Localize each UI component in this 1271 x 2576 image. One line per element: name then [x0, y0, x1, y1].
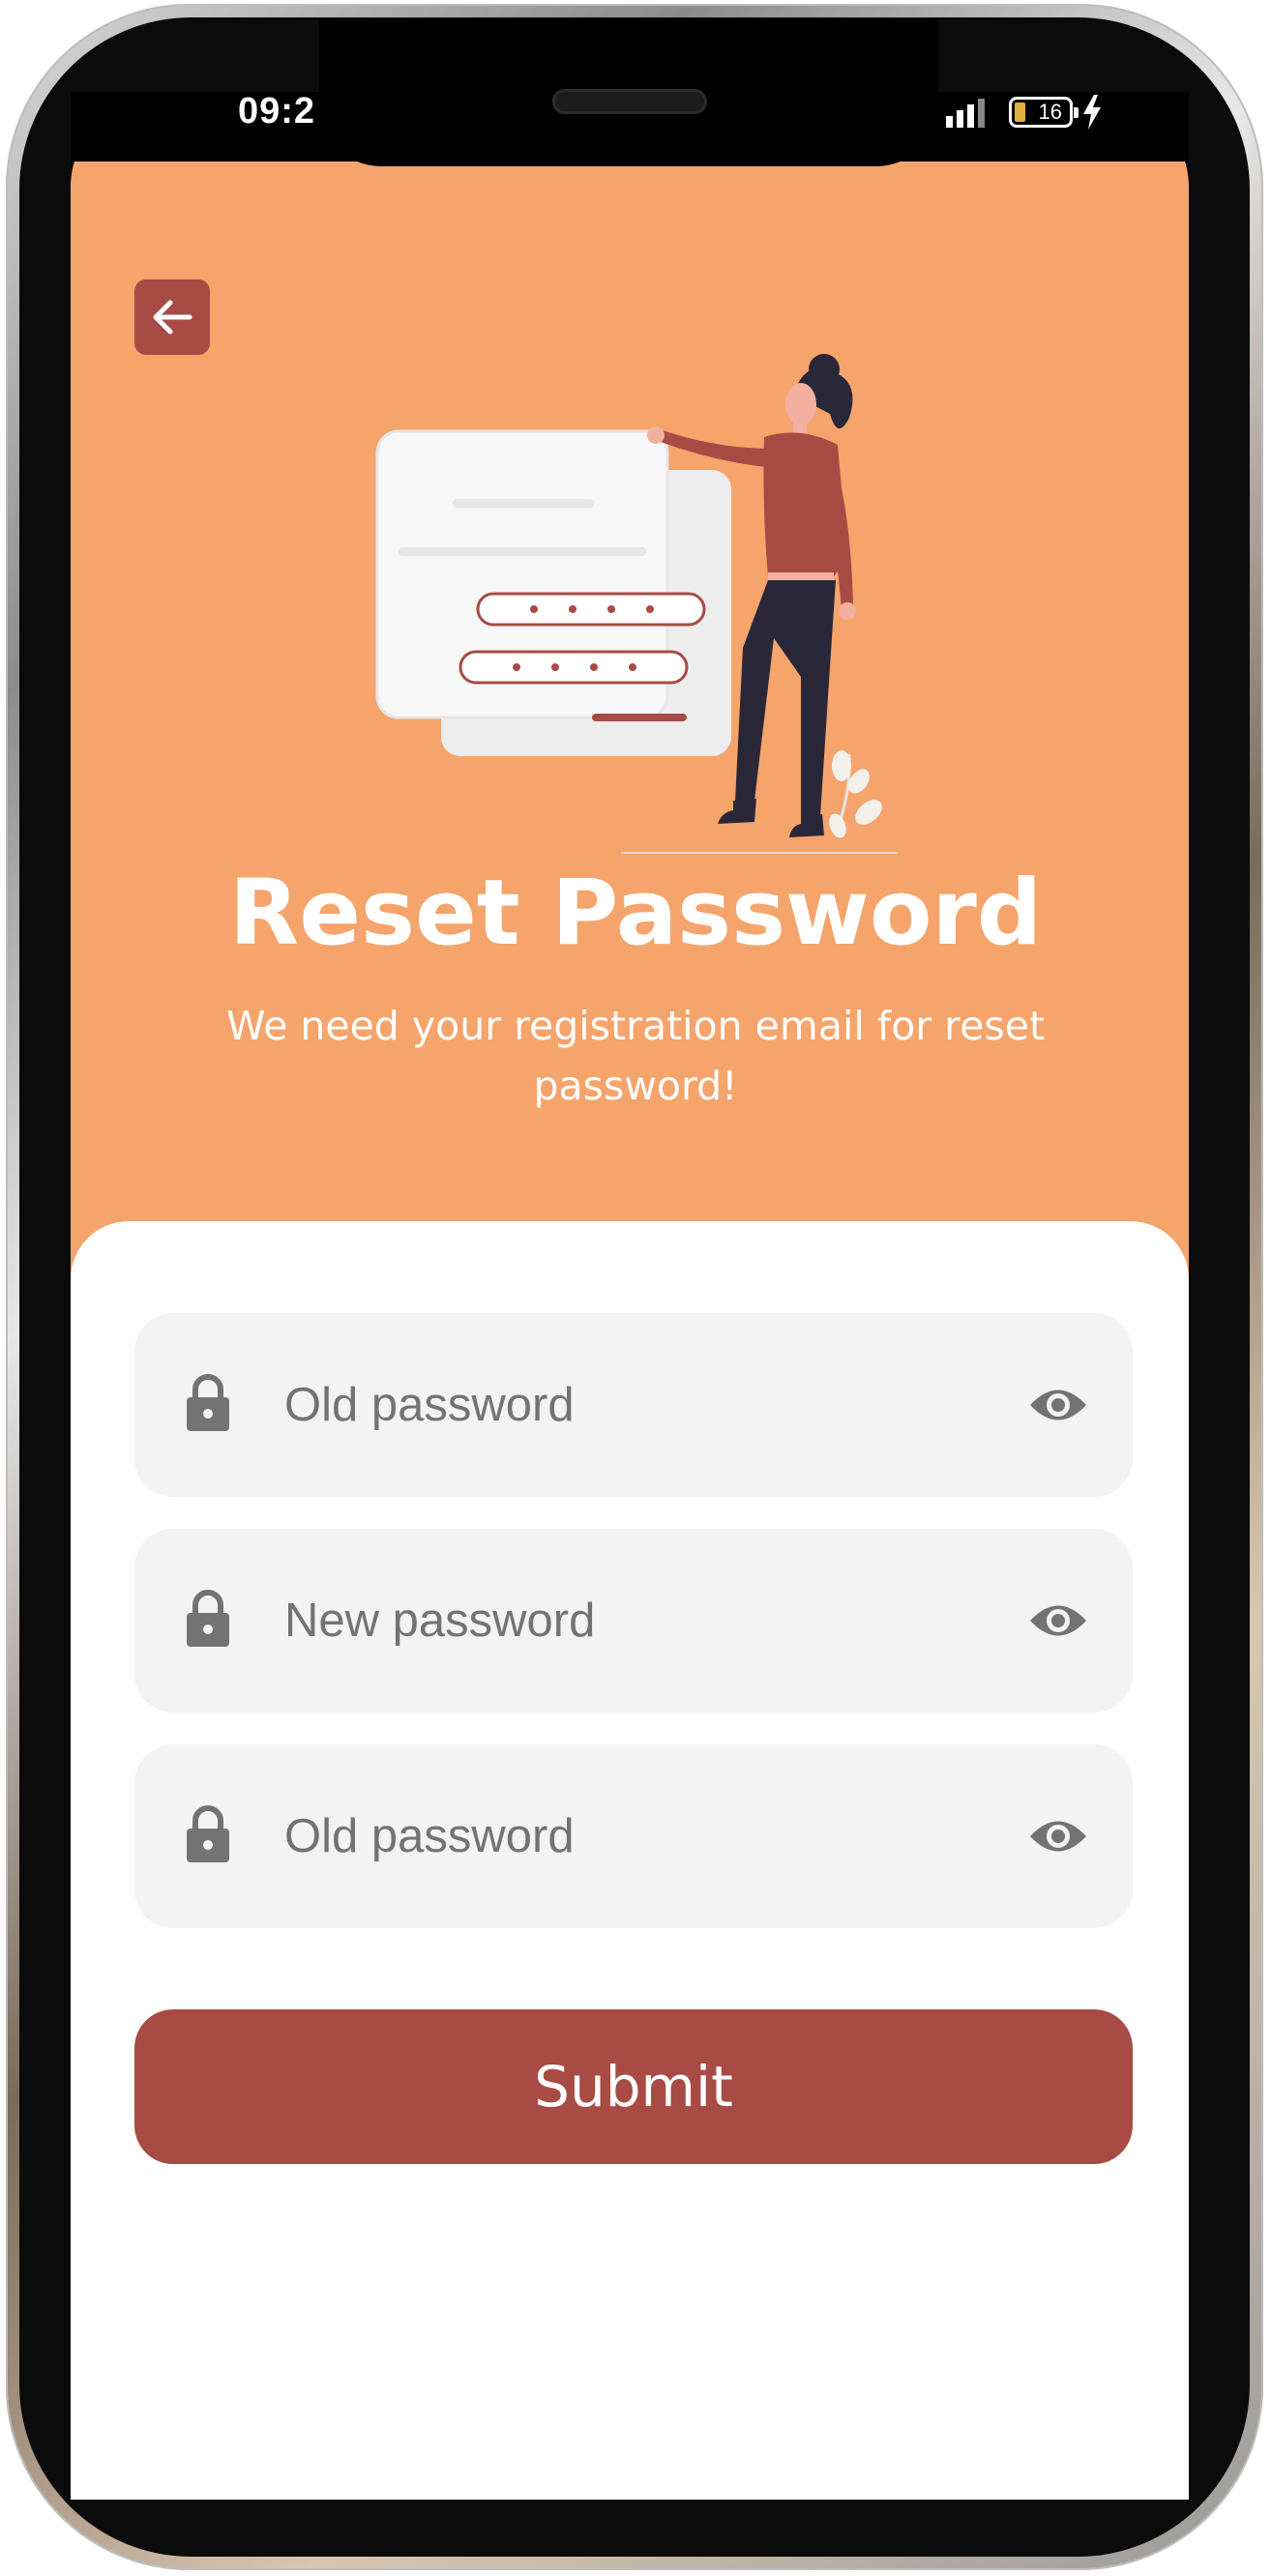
- back-button[interactable]: [134, 279, 210, 355]
- speaker-grille: [552, 89, 707, 114]
- signal-icon: [946, 99, 985, 128]
- battery-icon: 16: [1009, 97, 1079, 128]
- eye-icon[interactable]: [1028, 1383, 1088, 1427]
- lock-icon: [187, 1805, 229, 1862]
- eye-icon[interactable]: [1028, 1814, 1088, 1859]
- reset-password-illustration: [375, 354, 898, 854]
- lock-icon: [187, 1590, 229, 1647]
- status-time: 09:2: [238, 91, 316, 132]
- charging-icon: [1083, 95, 1101, 130]
- arrow-left-icon: [153, 300, 192, 335]
- new-password-field[interactable]: New password: [134, 1529, 1133, 1712]
- eye-icon[interactable]: [1028, 1598, 1088, 1643]
- page-subtitle: We need your registration email for rese…: [225, 1003, 1046, 1109]
- lock-icon: [187, 1374, 229, 1431]
- new-password-placeholder: New password: [284, 1595, 596, 1647]
- old-password-field[interactable]: Old password: [134, 1313, 1133, 1497]
- confirm-password-field[interactable]: Old password: [134, 1744, 1133, 1928]
- page-title: Reset Password: [228, 861, 1043, 966]
- submit-button[interactable]: Submit: [134, 2009, 1133, 2164]
- confirm-password-placeholder: Old password: [284, 1810, 575, 1862]
- old-password-placeholder: Old password: [284, 1379, 575, 1431]
